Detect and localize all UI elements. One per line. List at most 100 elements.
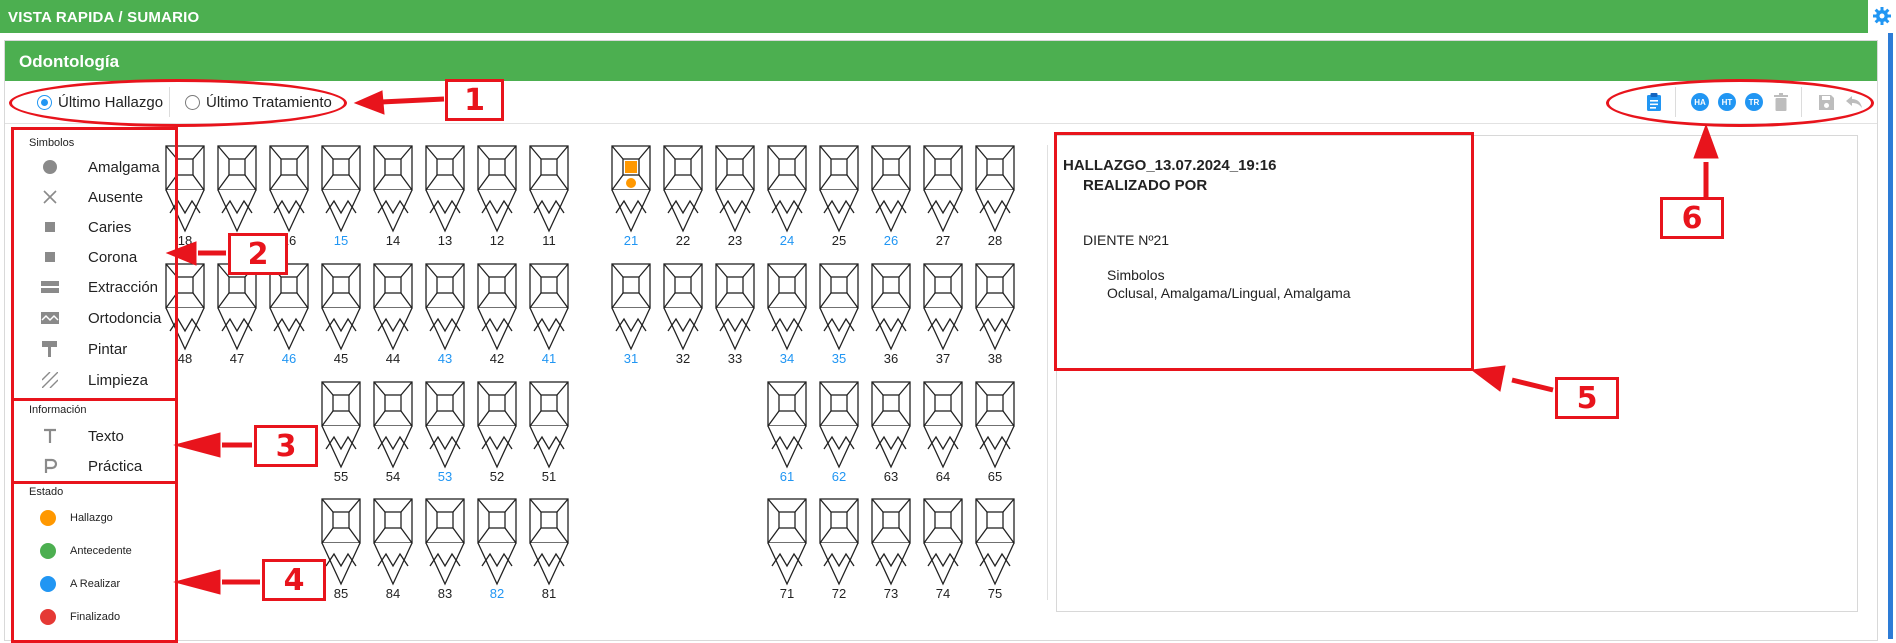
tooth-83[interactable]: 83 — [425, 498, 465, 610]
tooth-28[interactable]: 28 — [975, 145, 1015, 257]
tooth-14[interactable]: 14 — [373, 145, 413, 257]
annotation-box-2 — [11, 127, 178, 401]
tooth-shape — [373, 381, 413, 469]
tooth-74[interactable]: 74 — [923, 498, 963, 610]
tooth-shape — [611, 263, 651, 351]
tooth-42[interactable]: 42 — [477, 263, 517, 375]
tooth-37[interactable]: 37 — [923, 263, 963, 375]
tooth-73[interactable]: 73 — [871, 498, 911, 610]
tooth-63[interactable]: 63 — [871, 381, 911, 493]
tooth-shape — [321, 381, 361, 469]
gear-icon[interactable] — [1872, 6, 1892, 26]
tooth-52[interactable]: 52 — [477, 381, 517, 493]
tooth-12[interactable]: 12 — [477, 145, 517, 257]
tooth-shape — [529, 145, 569, 233]
tooth-23[interactable]: 23 — [715, 145, 755, 257]
annotation-oval-1 — [9, 79, 347, 127]
tooth-31[interactable]: 31 — [611, 263, 651, 375]
tooth-22[interactable]: 22 — [663, 145, 703, 257]
tooth-45[interactable]: 45 — [321, 263, 361, 375]
tooth-shape — [477, 145, 517, 233]
tooth-61[interactable]: 61 — [767, 381, 807, 493]
tooth-47[interactable]: 47 — [217, 263, 257, 375]
tooth-shape — [425, 263, 465, 351]
tooth-85[interactable]: 85 — [321, 498, 361, 610]
tooth-35[interactable]: 35 — [819, 263, 859, 375]
tooth-46[interactable]: 46 — [269, 263, 309, 375]
annotation-box-3 — [11, 398, 178, 484]
tooth-number-label: 64 — [935, 469, 951, 484]
tooth-number-label: 45 — [333, 351, 349, 366]
tooth-26[interactable]: 26 — [871, 145, 911, 257]
tooth-36[interactable]: 36 — [871, 263, 911, 375]
tooth-15[interactable]: 15 — [321, 145, 361, 257]
tooth-shape — [923, 498, 963, 586]
top-bar: VISTA RAPIDA / SUMARIO — [0, 0, 1868, 33]
annotation-label-2: 2 — [228, 233, 288, 275]
tooth-24[interactable]: 24 — [767, 145, 807, 257]
tooth-54[interactable]: 54 — [373, 381, 413, 493]
tooth-shape — [477, 498, 517, 586]
tooth-shape — [477, 263, 517, 351]
tooth-11[interactable]: 11 — [529, 145, 569, 257]
tooth-number-label: 26 — [883, 233, 899, 248]
tooth-number-label: 27 — [935, 233, 951, 248]
tooth-shape — [715, 145, 755, 233]
page-title: VISTA RAPIDA / SUMARIO — [8, 9, 200, 26]
annotation-oval-6 — [1606, 79, 1874, 127]
tooth-shape — [269, 145, 309, 233]
tooth-43[interactable]: 43 — [425, 263, 465, 375]
tooth-number-label: 37 — [935, 351, 951, 366]
tooth-55[interactable]: 55 — [321, 381, 361, 493]
tooth-number-label: 83 — [437, 586, 453, 601]
tooth-41[interactable]: 41 — [529, 263, 569, 375]
tooth-number-label: 13 — [437, 233, 453, 248]
tooth-number-label: 52 — [489, 469, 505, 484]
tooth-number-label: 33 — [727, 351, 743, 366]
tooth-number-label: 63 — [883, 469, 899, 484]
tooth-53[interactable]: 53 — [425, 381, 465, 493]
tooth-shape — [425, 145, 465, 233]
tooth-shape — [975, 263, 1015, 351]
tooth-number-label: 14 — [385, 233, 401, 248]
tooth-25[interactable]: 25 — [819, 145, 859, 257]
tooth-44[interactable]: 44 — [373, 263, 413, 375]
tooth-shape — [923, 145, 963, 233]
tooth-shape — [663, 263, 703, 351]
annotation-box-4 — [11, 481, 178, 643]
tooth-13[interactable]: 13 — [425, 145, 465, 257]
tooth-number-label: 61 — [779, 469, 795, 484]
tooth-32[interactable]: 32 — [663, 263, 703, 375]
tooth-82[interactable]: 82 — [477, 498, 517, 610]
tooth-number-label: 75 — [987, 586, 1003, 601]
tooth-shape — [819, 381, 859, 469]
tooth-75[interactable]: 75 — [975, 498, 1015, 610]
tooth-81[interactable]: 81 — [529, 498, 569, 610]
tooth-shape — [871, 145, 911, 233]
tooth-shape — [975, 381, 1015, 469]
tooth-shape — [767, 381, 807, 469]
tooth-65[interactable]: 65 — [975, 381, 1015, 493]
tooth-51[interactable]: 51 — [529, 381, 569, 493]
tooth-71[interactable]: 71 — [767, 498, 807, 610]
tooth-shape — [819, 498, 859, 586]
tooth-64[interactable]: 64 — [923, 381, 963, 493]
tooth-shape — [871, 498, 911, 586]
tooth-number-label: 32 — [675, 351, 691, 366]
tooth-72[interactable]: 72 — [819, 498, 859, 610]
annotation-label-4: 4 — [262, 559, 326, 601]
tooth-number-label: 62 — [831, 469, 847, 484]
tooth-38[interactable]: 38 — [975, 263, 1015, 375]
tooth-27[interactable]: 27 — [923, 145, 963, 257]
scrollbar[interactable] — [1888, 33, 1893, 639]
annotation-label-5: 5 — [1555, 377, 1619, 419]
tooth-62[interactable]: 62 — [819, 381, 859, 493]
annotation-label-1: 1 — [445, 79, 504, 121]
tooth-84[interactable]: 84 — [373, 498, 413, 610]
tooth-33[interactable]: 33 — [715, 263, 755, 375]
tooth-number-label: 47 — [229, 351, 245, 366]
tooth-21[interactable]: 21 — [611, 145, 651, 257]
tooth-shape — [269, 263, 309, 351]
tooth-34[interactable]: 34 — [767, 263, 807, 375]
tooth-number-label: 85 — [333, 586, 349, 601]
